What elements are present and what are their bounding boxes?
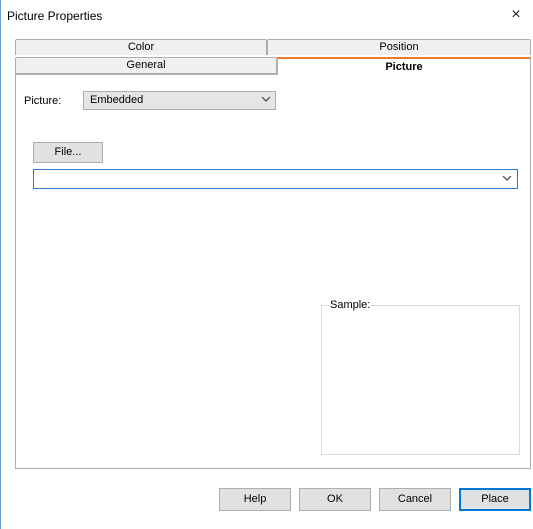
ok-button[interactable]: OK [299,488,371,511]
sample-label: Sample: [329,299,372,311]
tab-color[interactable]: Color [15,39,267,55]
picture-source-select[interactable]: Embedded [83,91,276,110]
picture-label: Picture: [24,95,62,107]
file-path-combobox[interactable] [33,169,518,189]
title-bar: Picture Properties × [1,0,533,32]
file-button[interactable]: File... [33,142,103,163]
help-button[interactable]: Help [219,488,291,511]
picture-source-value: Embedded [90,94,144,106]
picture-properties-dialog: Picture Properties × Color Position Gene… [0,0,533,529]
chevron-down-icon[interactable] [502,173,512,183]
tab-general[interactable]: General [15,57,277,74]
chevron-down-icon [261,96,271,102]
close-icon[interactable]: × [505,4,527,26]
tab-picture[interactable]: Picture [277,57,531,75]
sample-preview-group: Sample: [321,299,520,455]
place-button[interactable]: Place [459,488,531,511]
window-title: Picture Properties [7,9,103,23]
tab-position[interactable]: Position [267,39,531,55]
cancel-button[interactable]: Cancel [379,488,451,511]
